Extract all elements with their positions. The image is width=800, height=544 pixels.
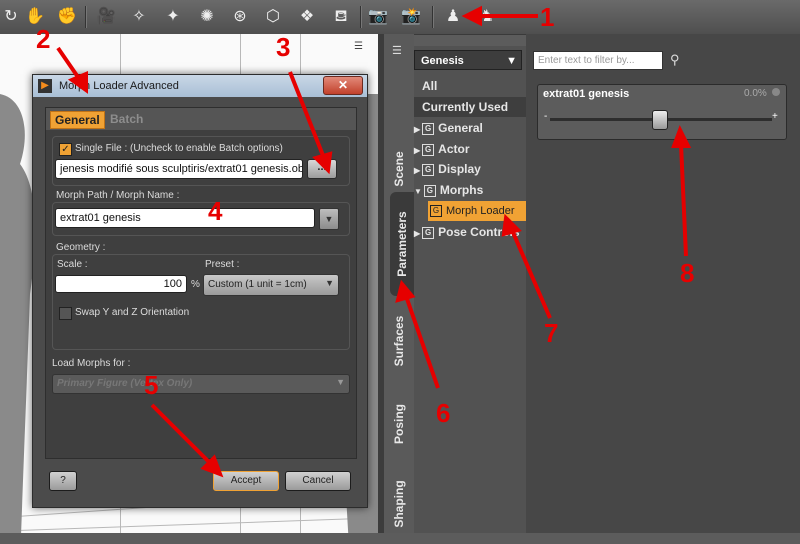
annotation-label: 6	[436, 398, 451, 428]
annotation-label: 2	[36, 24, 51, 54]
annotation-label: 7	[544, 318, 559, 348]
annotation-label: 8	[680, 258, 695, 288]
annotation-label: 5	[144, 370, 159, 400]
annotation-label: 1	[540, 2, 555, 32]
annotation-label: 4	[208, 196, 223, 226]
annotation-label: 3	[276, 32, 291, 62]
